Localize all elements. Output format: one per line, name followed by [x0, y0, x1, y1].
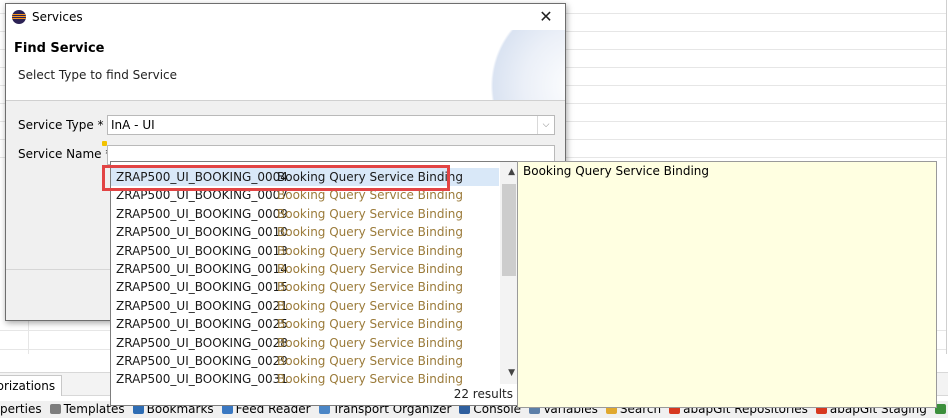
service-id: ZRAP500_UI_BOOKING_0015 — [116, 280, 288, 295]
close-icon: ✕ — [539, 7, 553, 26]
service-id: ZRAP500_UI_BOOKING_0028 — [116, 335, 288, 350]
service-description: Booking Query Service Binding — [277, 170, 464, 184]
list-item[interactable]: ZRAP500_UI_BOOKING_0031 Booking Query Ser… — [111, 370, 499, 388]
dialog-header: Find Service Select Type to find Service — [6, 30, 565, 101]
service-description: Booking Query Service Binding — [277, 335, 464, 350]
service-id: ZRAP500_UI_BOOKING_0004 — [116, 170, 288, 184]
description-tooltip: Booking Query Service Binding — [517, 161, 937, 408]
results-count: 22 results — [453, 387, 513, 401]
scrollbar-thumb[interactable] — [502, 184, 516, 276]
view-tab-label: perties — [0, 402, 42, 416]
service-description: Booking Query Service Binding — [277, 372, 464, 387]
service-id: ZRAP500_UI_BOOKING_0013 — [116, 243, 288, 258]
service-id: ZRAP500_UI_BOOKING_0007 — [116, 188, 288, 203]
service-proposal-list[interactable]: ZRAP500_UI_BOOKING_0031 Booking Query Ser… — [110, 161, 519, 406]
scrollbar[interactable]: ▲ ▼ — [500, 162, 518, 384]
tab-authorizations[interactable]: horizations — [0, 375, 63, 396]
service-id: ZRAP500_UI_BOOKING_0009 — [116, 206, 288, 221]
dialog-titlebar: Services ✕ — [6, 4, 565, 30]
service-type-value: InA - UI — [111, 118, 155, 132]
dialog-title: Services — [32, 10, 83, 24]
description-text: Booking Query Service Binding — [523, 164, 710, 178]
list-item[interactable]: ZRAP500_UI_BOOKING_0004 Booking Query Ser… — [111, 168, 499, 186]
service-type-label: Service Type * — [18, 118, 104, 132]
tab-authorizations-label: horizations — [0, 379, 56, 393]
close-button[interactable]: ✕ — [533, 6, 559, 28]
service-name-label: Service Name * — [18, 147, 112, 161]
service-description: Booking Query Service Binding — [277, 243, 464, 258]
templates-icon — [49, 404, 61, 414]
list-item[interactable]: ZRAP500_UI_BOOKING_0007 Booking Query Ser… — [111, 186, 499, 204]
eclipse-icon — [12, 10, 26, 24]
page-subtitle: Select Type to find Service — [18, 68, 178, 82]
service-description: Booking Query Service Binding — [277, 188, 464, 203]
service-description: Booking Query Service Binding — [277, 225, 464, 240]
service-description: Booking Query Service Binding — [277, 280, 464, 295]
service-description: Booking Query Service Binding — [277, 317, 464, 332]
list-item[interactable]: ZRAP500_UI_BOOKING_0014 Booking Query Ser… — [111, 260, 499, 278]
list-item[interactable]: ZRAP500_UI_BOOKING_0009 Booking Query Ser… — [111, 205, 499, 223]
service-description: Booking Query Service Binding — [277, 262, 464, 276]
service-type-select[interactable]: InA - UI ⌵ — [107, 115, 555, 135]
service-id: ZRAP500_UI_BOOKING_0021 — [116, 298, 288, 313]
list-item[interactable]: ZRAP500_UI_BOOKING_0015 Booking Query Ser… — [111, 278, 499, 296]
service-id: ZRAP500_UI_BOOKING_0031 — [116, 372, 288, 387]
service-description: Booking Query Service Binding — [277, 298, 464, 313]
service-description: Booking Query Service Binding — [277, 354, 464, 368]
service-description: Booking Query Service Binding — [277, 206, 464, 221]
page-title: Find Service — [14, 41, 105, 56]
service-id: ZRAP500_UI_BOOKING_0010 — [116, 225, 288, 240]
scroll-up-icon[interactable]: ▲ — [508, 167, 515, 177]
service-id: ZRAP500_UI_BOOKING_0025 — [116, 317, 288, 332]
list-item[interactable]: ZRAP500_UI_BOOKING_0021 Booking Query Ser… — [111, 297, 499, 315]
list-item[interactable]: ZRAP500_UI_BOOKING_0013 Booking Query Ser… — [111, 242, 499, 260]
view-tab-properties[interactable]: perties — [0, 401, 42, 418]
list-item[interactable]: ZRAP500_UI_BOOKING_0010 Booking Query Ser… — [111, 223, 499, 241]
list-item[interactable]: ZRAP500_UI_BOOKING_0025 Booking Query Ser… — [111, 315, 499, 333]
list-item[interactable]: ZRAP500_UI_BOOKING_0029 Booking Query Ser… — [111, 352, 499, 370]
chevron-down-icon[interactable]: ⌵ — [537, 116, 554, 134]
list-item[interactable]: ZRAP500_UI_BOOKING_0028 Booking Query Ser… — [111, 334, 499, 352]
service-id: ZRAP500_UI_BOOKING_0029 — [116, 354, 288, 368]
header-decoration — [475, 30, 565, 100]
scroll-down-icon[interactable]: ▼ — [508, 368, 515, 378]
service-id: ZRAP500_UI_BOOKING_0014 — [116, 262, 288, 276]
